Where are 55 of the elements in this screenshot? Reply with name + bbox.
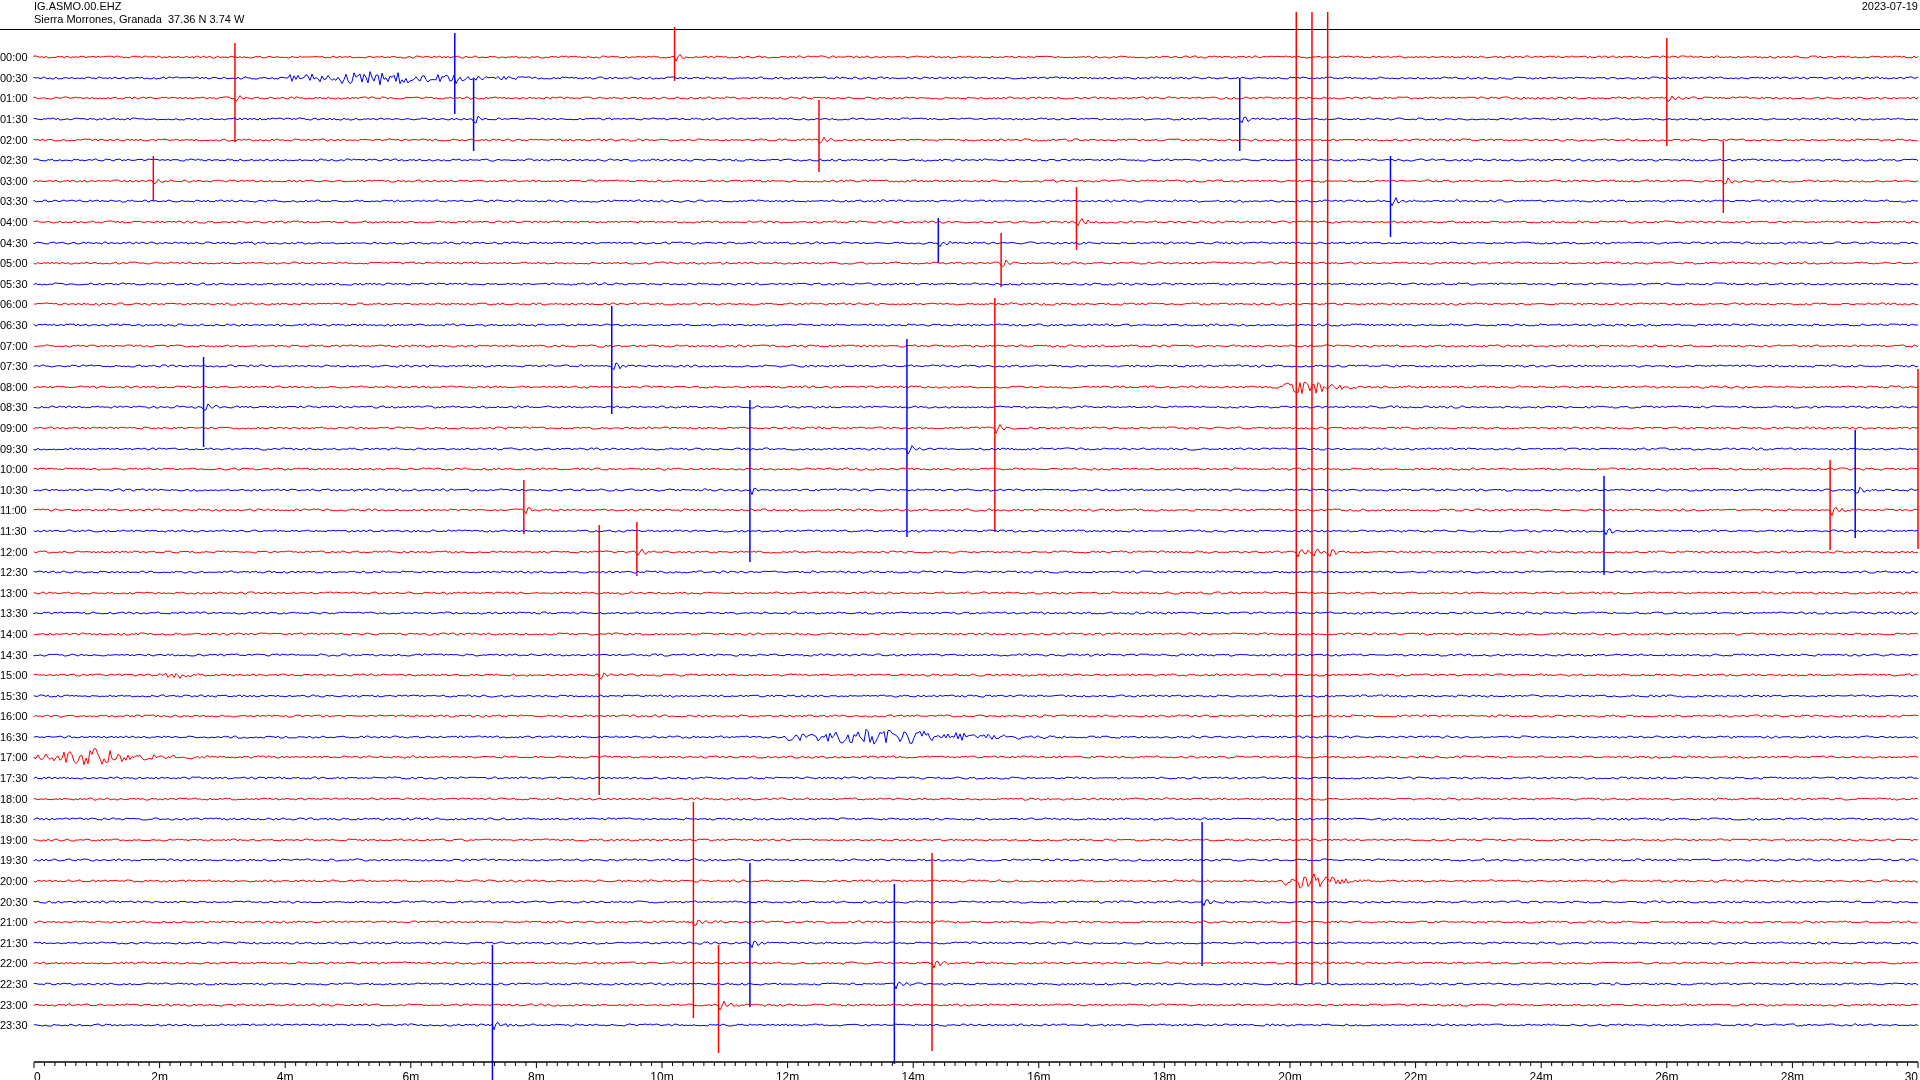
time-label: 18:30 <box>0 813 29 826</box>
time-label: 14:00 <box>0 627 29 640</box>
time-label: 01:00 <box>0 92 29 105</box>
time-label: 09:00 <box>0 422 29 434</box>
seismic-spike <box>937 216 940 264</box>
seismic-spike <box>673 26 676 83</box>
station-location: Sierra Morrones, Granada 37.36 N 3.74 W <box>34 13 245 26</box>
time-label: 17:00 <box>0 751 29 764</box>
time-label: 04:00 <box>0 216 29 229</box>
time-label: 00:30 <box>0 71 29 84</box>
time-label: 21:00 <box>0 916 29 929</box>
time-label: 11:30 <box>0 524 28 537</box>
time-label: 23:00 <box>0 998 29 1011</box>
time-label: 08:30 <box>0 401 29 414</box>
seismic-spike <box>152 155 155 202</box>
time-label: 22:00 <box>0 957 29 970</box>
time-label: 22:30 <box>0 978 29 990</box>
time-label: 16:00 <box>0 710 29 723</box>
time-label: 08:00 <box>0 380 29 393</box>
station-code: IG.ASMO.00.EHZ <box>34 0 123 13</box>
time-label: 15:30 <box>0 689 29 702</box>
time-label: 02:30 <box>0 154 29 167</box>
plot-date: 2023-07-19 <box>1861 0 1918 13</box>
time-label: 09:30 <box>0 442 29 455</box>
time-label: 12:30 <box>0 566 29 579</box>
time-label: 14:30 <box>0 648 29 661</box>
time-label: 20:30 <box>0 895 29 908</box>
time-label: 11:00 <box>0 504 28 517</box>
time-label: 02:00 <box>0 133 29 146</box>
time-label: 07:00 <box>0 339 29 352</box>
time-label: 16:30 <box>0 730 29 743</box>
time-label: 01:30 <box>0 113 29 126</box>
time-label: 20:00 <box>0 875 29 888</box>
time-label: 18:00 <box>0 792 29 805</box>
seismic-spike <box>1075 186 1078 251</box>
time-label: 17:30 <box>0 772 29 785</box>
time-label: 13:30 <box>0 607 29 620</box>
time-label: 10:00 <box>0 463 29 476</box>
time-label: 03:30 <box>0 195 29 208</box>
time-label: 07:30 <box>0 360 29 373</box>
time-label: 19:30 <box>0 854 29 867</box>
time-label: 06:00 <box>0 298 29 311</box>
time-label: 04:30 <box>0 236 29 249</box>
time-label: 00:00 <box>0 51 29 64</box>
time-label: 23:30 <box>0 1019 29 1032</box>
time-label: 06:30 <box>0 319 29 331</box>
time-label: 15:00 <box>0 669 29 682</box>
time-label: 19:00 <box>0 833 29 846</box>
time-label: 10:30 <box>0 483 29 496</box>
time-label: 12:00 <box>0 545 29 558</box>
time-label: 13:00 <box>0 586 29 599</box>
time-label: 03:00 <box>0 174 29 187</box>
time-label: 05:00 <box>0 257 29 270</box>
time-label: 05:30 <box>0 277 29 290</box>
time-label: 21:30 <box>0 936 29 949</box>
